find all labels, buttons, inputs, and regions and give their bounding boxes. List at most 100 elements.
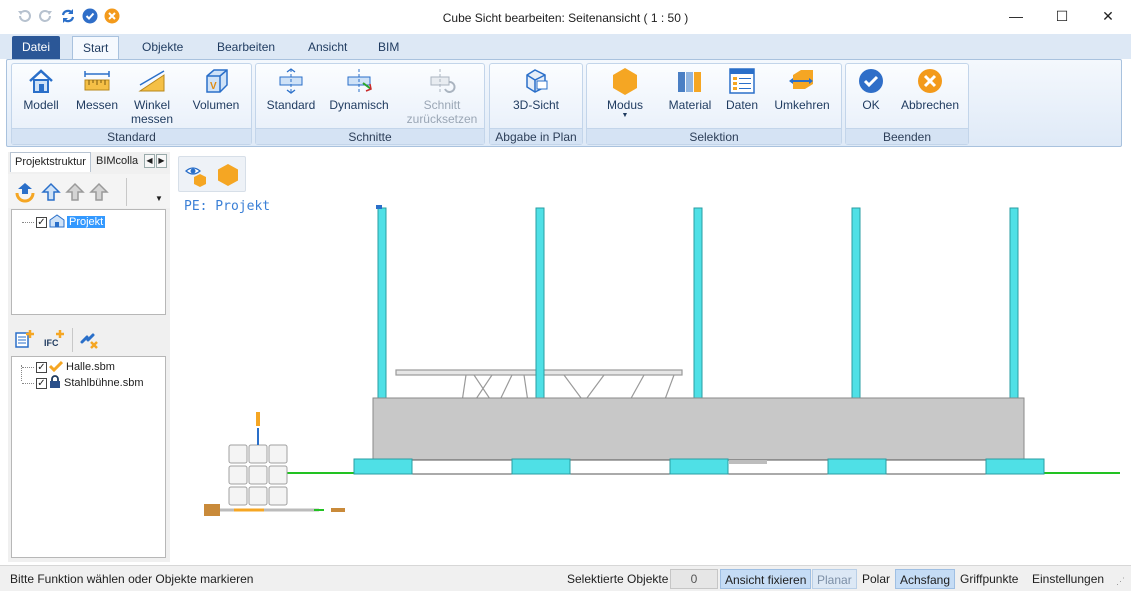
invert-selection-icon	[786, 66, 818, 96]
group-standard-label: Standard	[12, 128, 251, 144]
group-beenden: OK Abbrechen Beenden	[845, 63, 969, 145]
status-message: Bitte Funktion wählen oder Objekte marki…	[10, 572, 254, 586]
drawing-canvas[interactable]: PE: Projekt	[174, 152, 1124, 562]
hexagon-mode-icon[interactable]	[217, 163, 239, 190]
ok-button[interactable]: OK	[854, 66, 888, 112]
lock-icon	[49, 374, 61, 392]
view-cube	[228, 444, 288, 506]
tab-bim[interactable]: BIM	[368, 36, 409, 59]
add-model-icon[interactable]	[14, 328, 36, 350]
group-abgabe-label: Abgabe in Plan	[490, 128, 582, 144]
dynamisch-button[interactable]: Dynamisch	[326, 66, 392, 112]
griffpunkte-toggle[interactable]: Griffpunkte	[956, 569, 1022, 589]
polar-toggle[interactable]: Polar	[858, 569, 894, 589]
abbrechen-label: Abbrechen	[900, 98, 960, 112]
checkbox[interactable]: ✓	[36, 361, 47, 373]
sync-arrows-icon[interactable]	[14, 181, 36, 203]
side-view-drawing	[204, 205, 1120, 516]
daten-label: Daten	[725, 98, 759, 112]
refresh-icon[interactable]	[60, 8, 76, 24]
umkehren-button[interactable]: Umkehren	[771, 66, 833, 112]
panel-tabs: Projektstruktur BIMcolla ◀ ▶	[8, 152, 170, 172]
tree-label-halle: Halle.sbm	[66, 361, 115, 373]
winkel-messen-button[interactable]: Winkel messen	[127, 66, 177, 126]
chevron-down-icon: ▼	[621, 112, 629, 119]
tab-datei[interactable]: Datei	[12, 36, 61, 59]
tree-node-projekt[interactable]: ✓ Projekt	[22, 213, 106, 230]
group-selektion: Modus ▼ Material Daten Umkehren Selektio…	[586, 63, 842, 145]
tree-label-stahlbuehne: Stahlbühne.sbm	[64, 377, 144, 389]
ifc-label: IFC	[44, 338, 59, 348]
material-label: Material	[668, 98, 712, 112]
tab-ansicht[interactable]: Ansicht	[298, 36, 357, 59]
column-3	[693, 207, 703, 403]
modus-button[interactable]: Modus ▼	[597, 66, 653, 120]
3d-sicht-button[interactable]: 3D-Sicht	[500, 66, 572, 112]
schnitt-zuruecksetzen-button[interactable]: Schnitt zurücksetzen	[404, 66, 480, 126]
material-icon	[674, 66, 706, 96]
tree-connector	[22, 366, 34, 368]
footing-3	[669, 458, 729, 475]
tab-objekte[interactable]: Objekte	[132, 36, 193, 59]
status-bar: Bitte Funktion wählen oder Objekte marki…	[0, 565, 1131, 591]
einstellungen-button[interactable]: Einstellungen	[1028, 569, 1108, 589]
tab-start[interactable]: Start	[72, 36, 120, 59]
tab-bearbeiten[interactable]: Bearbeiten	[207, 36, 285, 59]
toolbar-divider	[72, 328, 73, 352]
minimize-button[interactable]: —	[993, 0, 1039, 32]
ribbon: Modell Messen Winkel messen V Volumen St…	[6, 59, 1122, 147]
volumen-button[interactable]: V Volumen	[188, 66, 244, 112]
modell-button[interactable]: Modell	[20, 66, 62, 112]
redo-icon[interactable]	[38, 8, 54, 24]
move-top-icon[interactable]	[88, 181, 110, 203]
view-toolbar	[178, 156, 246, 192]
achsfang-toggle[interactable]: Achsfang	[895, 569, 956, 589]
footings	[353, 458, 1045, 475]
cancel-x-icon[interactable]	[104, 8, 120, 24]
tab-scroll-left-icon[interactable]: ◀	[144, 154, 155, 168]
model-tree: ✓ Halle.sbm ✓ Stahlbühne.sbm	[11, 356, 166, 558]
tree-node-halle[interactable]: ✓ Halle.sbm	[22, 359, 115, 375]
messen-button[interactable]: Messen	[72, 66, 122, 112]
column-4	[851, 207, 861, 403]
group-schnitte: Standard Dynamisch Schnitt zurücksetzen …	[255, 63, 485, 145]
slab-edge	[729, 460, 767, 464]
close-button[interactable]: ✕	[1085, 0, 1131, 32]
maximize-button[interactable]: ☐	[1039, 0, 1085, 32]
structure-toolbar: ▼	[8, 174, 170, 208]
foundation-strip	[353, 459, 1045, 475]
ansicht-fixieren-toggle[interactable]: Ansicht fixieren	[720, 569, 812, 589]
move-up-icon[interactable]	[64, 181, 86, 203]
checkbox[interactable]: ✓	[36, 216, 47, 228]
umkehren-label: Umkehren	[774, 98, 830, 112]
left-panel: Projektstruktur BIMcolla ◀ ▶ ▼ ✓ Projekt	[8, 152, 170, 562]
ok-check-icon[interactable]	[82, 8, 98, 24]
abbrechen-button[interactable]: Abbrechen	[898, 66, 962, 112]
eye-visibility-icon[interactable]	[185, 165, 207, 190]
daten-button[interactable]: Daten	[723, 66, 761, 112]
messen-label: Messen	[75, 98, 119, 112]
schnitt-line2: zurücksetzen	[406, 112, 478, 126]
tree-label-projekt: Projekt	[67, 216, 106, 228]
tree-node-stahlbuehne[interactable]: ✓ Stahlbühne.sbm	[22, 374, 144, 392]
undo-icon[interactable]	[16, 8, 32, 24]
volume-cube-icon: V	[200, 66, 232, 96]
checkbox[interactable]: ✓	[36, 377, 47, 389]
modus-label: Modus	[606, 98, 644, 112]
material-button[interactable]: Material	[665, 66, 715, 112]
ok-circle-icon	[855, 66, 887, 96]
unlink-icon[interactable]	[78, 328, 100, 350]
schnitt-standard-button[interactable]: Standard	[262, 66, 320, 112]
column-1	[377, 207, 387, 403]
toolbar-divider	[126, 178, 127, 206]
level-up-icon[interactable]	[40, 181, 62, 203]
add-ifc-icon[interactable]: IFC	[40, 328, 70, 350]
3d-view-icon	[520, 66, 552, 96]
model-toolbar: IFC	[8, 324, 170, 354]
tab-bimcollab[interactable]: BIMcolla	[92, 152, 146, 172]
toolbar-overflow-icon[interactable]: ▼	[155, 194, 163, 203]
planar-toggle[interactable]: Planar	[812, 569, 857, 589]
tab-projektstruktur[interactable]: Projektstruktur	[10, 152, 91, 172]
tab-scroll-right-icon[interactable]: ▶	[156, 154, 167, 168]
resize-grip-icon[interactable]: ⋰	[1116, 576, 1125, 587]
